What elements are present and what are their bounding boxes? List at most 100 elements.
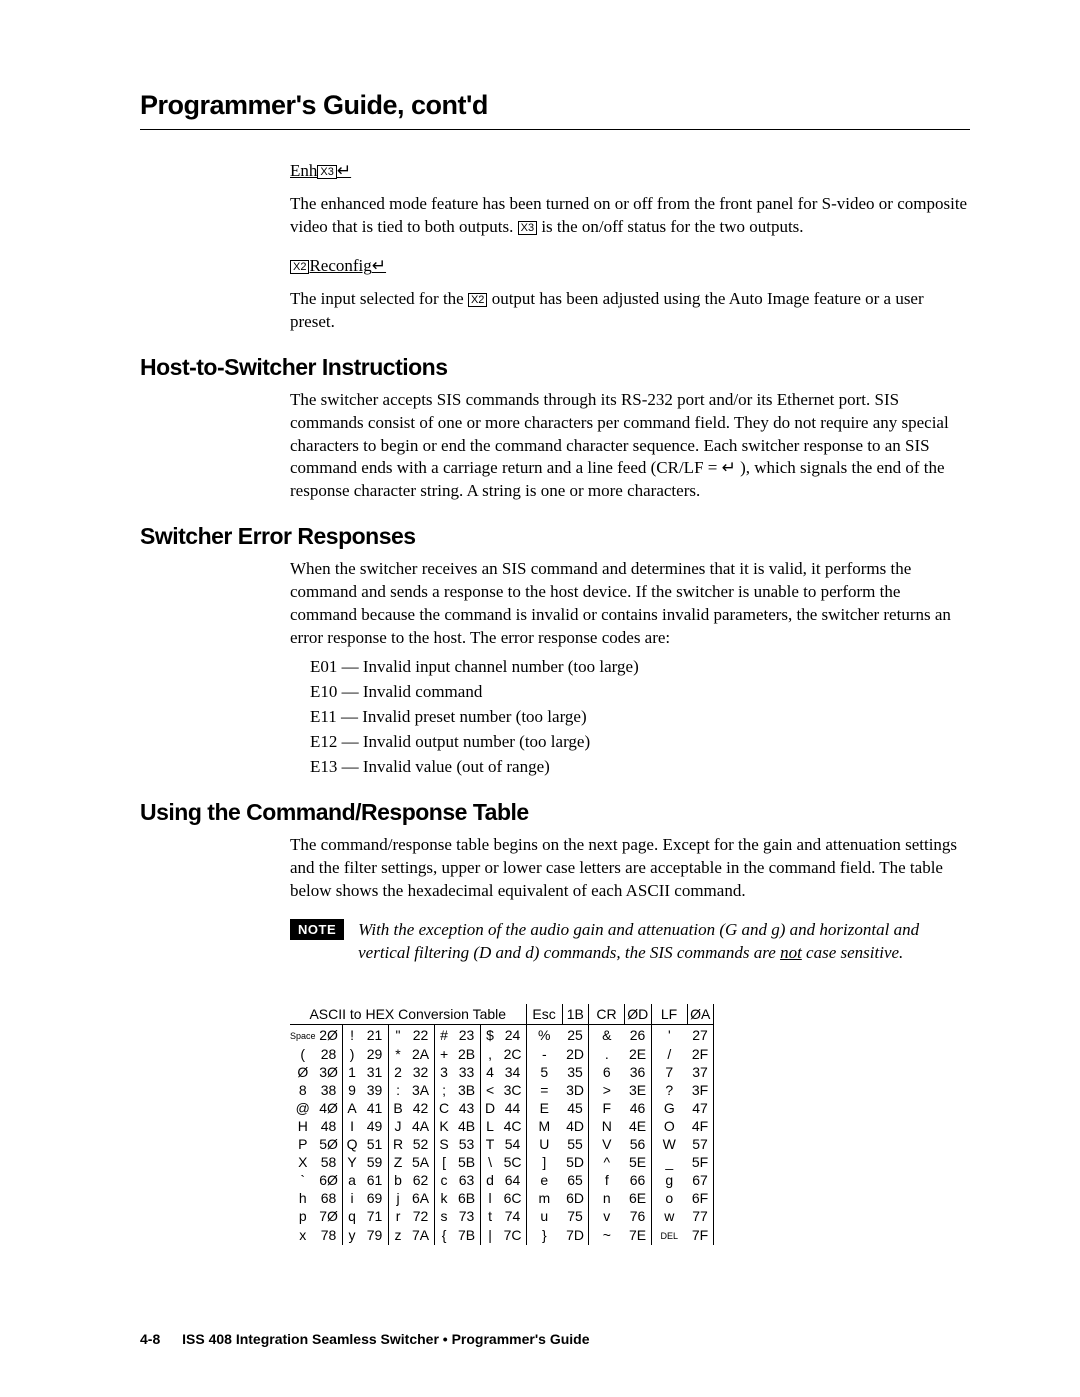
ascii-char: b bbox=[388, 1171, 408, 1189]
ascii-hex: 43 bbox=[454, 1099, 481, 1117]
ascii-char: q bbox=[342, 1207, 362, 1225]
ascii-char: ` bbox=[290, 1171, 316, 1189]
note-row: NOTE With the exception of the audio gai… bbox=[290, 919, 970, 965]
ascii-char: v bbox=[589, 1207, 625, 1225]
ascii-hex: 65 bbox=[562, 1171, 589, 1189]
ascii-char: [ bbox=[434, 1153, 454, 1171]
ascii-hex: 62 bbox=[408, 1171, 435, 1189]
ascii-row: H48I49J4AK4BL4CM4DN4EO4F bbox=[290, 1117, 714, 1135]
ascii-hex: 41 bbox=[362, 1099, 389, 1117]
ascii-hex: 79 bbox=[362, 1225, 389, 1245]
ascii-char: 1 bbox=[342, 1063, 362, 1081]
ascii-char: _ bbox=[651, 1153, 687, 1171]
ascii-hex: 48 bbox=[316, 1117, 343, 1135]
enh-label: Enh bbox=[290, 161, 317, 180]
ascii-hex: 46 bbox=[625, 1099, 652, 1117]
ascii-char: > bbox=[589, 1081, 625, 1099]
errors-para: When the switcher receives an SIS comman… bbox=[290, 558, 970, 650]
ascii-hex: 3F bbox=[687, 1081, 714, 1099]
ascii-char: l bbox=[480, 1189, 500, 1207]
ascii-char: Z bbox=[388, 1153, 408, 1171]
ascii-hex: 31 bbox=[362, 1063, 389, 1081]
return-icon: ↵ bbox=[372, 256, 386, 275]
ascii-char: } bbox=[526, 1225, 562, 1245]
ascii-hex: 6F bbox=[687, 1189, 714, 1207]
error-item: E01 — Invalid input channel number (too … bbox=[310, 656, 970, 679]
ascii-hex: 45 bbox=[562, 1099, 589, 1117]
ascii-char: U bbox=[526, 1135, 562, 1153]
ascii-hex: 52 bbox=[408, 1135, 435, 1153]
ascii-char: p bbox=[290, 1207, 316, 1225]
ascii-hex: 68 bbox=[316, 1189, 343, 1207]
ascii-char: X bbox=[290, 1153, 316, 1171]
ascii-char: . bbox=[589, 1045, 625, 1063]
ascii-char: g bbox=[651, 1171, 687, 1189]
ascii-hex: 54 bbox=[500, 1135, 527, 1153]
ascii-hex: 7F bbox=[687, 1225, 714, 1245]
ascii-char: , bbox=[480, 1045, 500, 1063]
ascii-char: ~ bbox=[589, 1225, 625, 1245]
ascii-char: Y bbox=[342, 1153, 362, 1171]
ascii-hex: 75 bbox=[562, 1207, 589, 1225]
ascii-char: # bbox=[434, 1025, 454, 1046]
ascii-char: i bbox=[342, 1189, 362, 1207]
ascii-hex: 2D bbox=[562, 1045, 589, 1063]
ascii-char: - bbox=[526, 1045, 562, 1063]
ascii-hex: 28 bbox=[316, 1045, 343, 1063]
ascii-char: D bbox=[480, 1099, 500, 1117]
ascii-hex: 4E bbox=[625, 1117, 652, 1135]
ascii-header-key: LF bbox=[651, 1004, 687, 1025]
ascii-char: J bbox=[388, 1117, 408, 1135]
ascii-row: p7Øq71r72s73t74u75v76w77 bbox=[290, 1207, 714, 1225]
error-item: E12 — Invalid output number (too large) bbox=[310, 731, 970, 754]
ascii-hex: 7A bbox=[408, 1225, 435, 1245]
ascii-row: X58Y59Z5A[5B\5C]5D^5E_5F bbox=[290, 1153, 714, 1171]
ascii-hex: 5E bbox=[625, 1153, 652, 1171]
ascii-char: f bbox=[589, 1171, 625, 1189]
ascii-char: { bbox=[434, 1225, 454, 1245]
ascii-hex: 33 bbox=[454, 1063, 481, 1081]
ascii-char: @ bbox=[290, 1099, 316, 1117]
ascii-hex: 25 bbox=[562, 1025, 589, 1046]
ascii-char: DEL bbox=[651, 1225, 687, 1245]
ascii-char: " bbox=[388, 1025, 408, 1046]
ascii-char: 3 bbox=[434, 1063, 454, 1081]
ascii-hex: 73 bbox=[454, 1207, 481, 1225]
ascii-hex: 4Ø bbox=[316, 1099, 343, 1117]
ascii-hex: 47 bbox=[687, 1099, 714, 1117]
ascii-char: 9 bbox=[342, 1081, 362, 1099]
ascii-hex: 49 bbox=[362, 1117, 389, 1135]
ascii-title: ASCII to HEX Conversion Table bbox=[290, 1004, 526, 1025]
enh-heading: EnhX3↵ bbox=[290, 160, 970, 183]
ascii-hex: 3B bbox=[454, 1081, 481, 1099]
ascii-char: 7 bbox=[651, 1063, 687, 1081]
ascii-hex: 3C bbox=[500, 1081, 527, 1099]
ascii-hex: 3D bbox=[562, 1081, 589, 1099]
ascii-char: $ bbox=[480, 1025, 500, 1046]
ascii-hex: 44 bbox=[500, 1099, 527, 1117]
ascii-char: ! bbox=[342, 1025, 362, 1046]
ascii-char: x bbox=[290, 1225, 316, 1245]
ascii-hex: 6D bbox=[562, 1189, 589, 1207]
ascii-row: @4ØA41B42C43D44E45F46G47 bbox=[290, 1099, 714, 1117]
ascii-char: m bbox=[526, 1189, 562, 1207]
ascii-header-val: 1B bbox=[562, 1004, 589, 1025]
ascii-hex: 42 bbox=[408, 1099, 435, 1117]
ascii-char: % bbox=[526, 1025, 562, 1046]
ascii-hex: 57 bbox=[687, 1135, 714, 1153]
ascii-hex: 72 bbox=[408, 1207, 435, 1225]
ascii-char: k bbox=[434, 1189, 454, 1207]
note-text: With the exception of the audio gain and… bbox=[358, 919, 970, 965]
ascii-hex: 71 bbox=[362, 1207, 389, 1225]
ascii-char: & bbox=[589, 1025, 625, 1046]
ascii-hex: 66 bbox=[625, 1171, 652, 1189]
page-title: Programmer's Guide, cont'd bbox=[140, 90, 970, 121]
ascii-hex: 5C bbox=[500, 1153, 527, 1171]
ascii-row: Space2Ø!21"22#23$24%25&26'27 bbox=[290, 1025, 714, 1046]
ascii-char: K bbox=[434, 1117, 454, 1135]
ascii-hex: 2E bbox=[625, 1045, 652, 1063]
ascii-char: : bbox=[388, 1081, 408, 1099]
ascii-char: / bbox=[651, 1045, 687, 1063]
ascii-hex: 3A bbox=[408, 1081, 435, 1099]
ascii-hex: 69 bbox=[362, 1189, 389, 1207]
